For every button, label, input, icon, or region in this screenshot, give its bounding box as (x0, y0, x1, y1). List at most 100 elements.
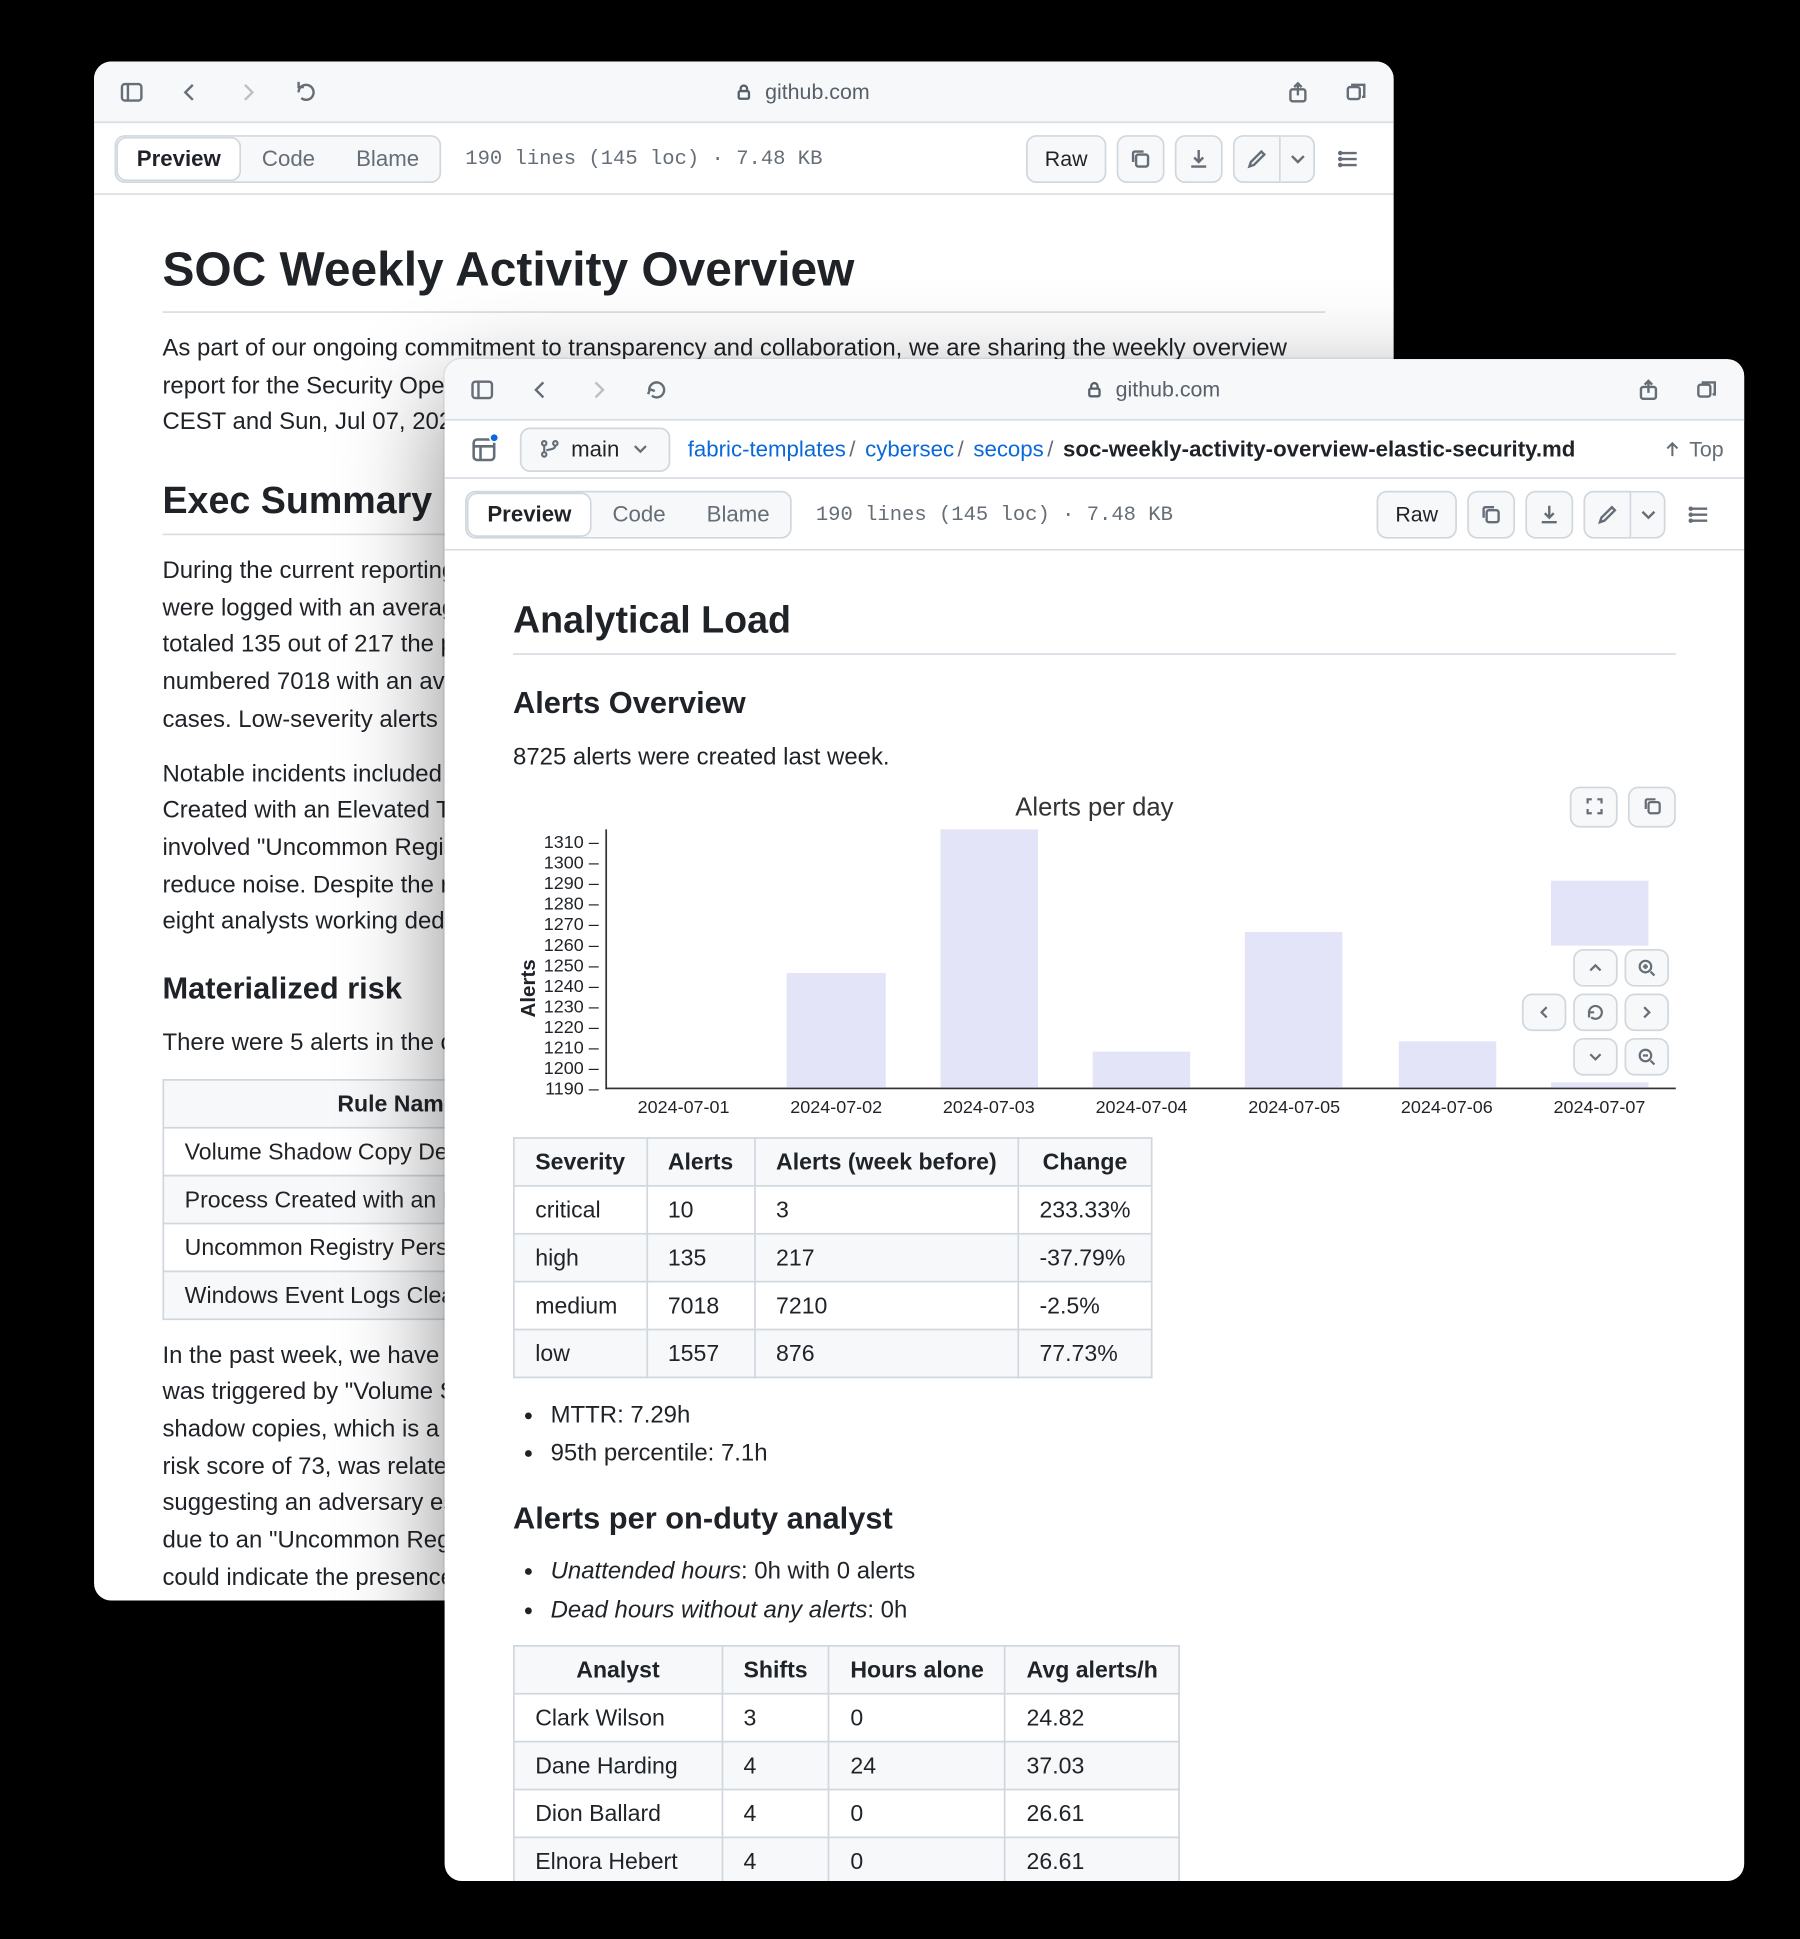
url-display[interactable]: github.com (694, 377, 1611, 401)
chart-pan-controls (1518, 945, 1675, 1082)
chart-expand-icon[interactable] (1570, 786, 1618, 827)
breadcrumb: fabric-templates/ cybersec/ secops/ soc-… (688, 436, 1576, 462)
file-meta: 190 lines (145 loc) · 7.48 KB (465, 146, 822, 170)
copy-icon[interactable] (1467, 490, 1515, 538)
chart-bar (1218, 829, 1371, 1087)
breadcrumb-current: soc-weekly-activity-overview-elastic-sec… (1063, 436, 1575, 462)
arrow-up-icon (1662, 439, 1683, 460)
alerts-per-day-chart: Alerts per day Alerts 1310 –1300 –1290 –… (513, 793, 1676, 1120)
chart-yaxis: 1310 –1300 –1290 –1280 –1270 –1260 –1250… (544, 829, 606, 1120)
chart-ylabel: Alerts (513, 931, 544, 1017)
table-row: medium70187210-2.5% (514, 1281, 1152, 1329)
chart-plot-area: 2024-07-012024-07-022024-07-032024-07-04… (606, 829, 1676, 1089)
table-row: Elnora Hebert4026.61 (514, 1838, 1179, 1881)
raw-button[interactable]: Raw (1377, 490, 1457, 538)
table-header: Severity (514, 1137, 647, 1185)
table-header: Alerts (week before) (755, 1137, 1018, 1185)
chart-bar (913, 829, 1066, 1087)
breadcrumb-link[interactable]: fabric-templates (688, 436, 846, 462)
table-row: Clark Wilson3024.82 (514, 1694, 1179, 1742)
edit-icon[interactable] (1233, 134, 1281, 182)
list-item: 95th percentile: 7.1h (551, 1433, 1676, 1471)
chevron-down-icon (630, 438, 652, 460)
severity-table: SeverityAlertsAlerts (week before)Change… (513, 1137, 1153, 1378)
reload-icon[interactable] (286, 73, 327, 111)
lock-icon (1085, 379, 1106, 400)
table-row: high135217-37.79% (514, 1233, 1152, 1281)
tab-blame[interactable]: Blame (686, 492, 790, 536)
chart-bar (760, 829, 913, 1087)
file-meta: 190 lines (145 loc) · 7.48 KB (816, 502, 1173, 526)
breadcrumb-link[interactable]: secops (973, 436, 1043, 462)
url-text: github.com (1116, 377, 1221, 401)
tabs-icon[interactable] (1336, 73, 1377, 111)
tab-code[interactable]: Code (241, 136, 335, 180)
chart-up-icon[interactable] (1573, 949, 1617, 987)
list-item: Unattended hours: 0h with 0 alerts (551, 1552, 1676, 1590)
alerts-summary: 8725 alerts were created last week. (513, 739, 1676, 776)
share-icon[interactable] (1628, 370, 1669, 408)
chart-bar (1065, 829, 1218, 1087)
sidebar-toggle-icon[interactable] (111, 73, 152, 111)
download-icon[interactable] (1525, 490, 1573, 538)
jump-to-top[interactable]: Top (1662, 437, 1724, 461)
table-header: Analyst (514, 1646, 722, 1694)
table-row: low155787677.73% (514, 1329, 1152, 1377)
download-icon[interactable] (1175, 134, 1223, 182)
edit-menu-icon[interactable] (1631, 490, 1665, 538)
branch-name: main (571, 436, 619, 462)
chart-left-icon[interactable] (1522, 993, 1566, 1031)
tab-preview[interactable]: Preview (467, 492, 592, 536)
sidebar-toggle-icon[interactable] (462, 370, 503, 408)
titlebar: github.com (445, 359, 1745, 421)
share-icon[interactable] (1277, 73, 1318, 111)
repo-nav: main fabric-templates/ cybersec/ secops/… (445, 421, 1745, 479)
browser-window-front: github.com main fabric-templates/ cybers… (445, 359, 1745, 1881)
document-body: Analytical Load Alerts Overview 8725 ale… (445, 551, 1745, 1881)
table-header: Shifts (722, 1646, 829, 1694)
table-row: Dane Harding42437.03 (514, 1742, 1179, 1790)
chart-title: Alerts per day (513, 793, 1676, 822)
raw-button[interactable]: Raw (1026, 134, 1106, 182)
heading-analytical-load: Analytical Load (513, 599, 1676, 655)
tab-blame[interactable]: Blame (336, 136, 440, 180)
heading-alerts-overview: Alerts Overview (513, 686, 1676, 722)
breadcrumb-link[interactable]: cybersec (865, 436, 954, 462)
edit-menu-icon[interactable] (1281, 134, 1315, 182)
nav-back-icon[interactable] (520, 370, 561, 408)
heading-per-analyst: Alerts per on-duty analyst (513, 1502, 1676, 1538)
outline-icon[interactable] (1325, 134, 1373, 182)
nav-forward-icon[interactable] (578, 370, 619, 408)
reload-icon[interactable] (636, 370, 677, 408)
analyst-bullets: Unattended hours: 0h with 0 alertsDead h… (551, 1552, 1676, 1629)
table-row: critical103233.33% (514, 1185, 1152, 1233)
copy-icon[interactable] (1117, 134, 1165, 182)
file-toolbar: Preview Code Blame 190 lines (145 loc) ·… (94, 123, 1394, 195)
file-tree-icon[interactable] (465, 430, 503, 468)
chart-bar (607, 829, 760, 1087)
outline-icon[interactable] (1676, 490, 1724, 538)
table-header: Avg alerts/h (1005, 1646, 1179, 1694)
lock-icon (734, 81, 755, 102)
tab-code[interactable]: Code (592, 492, 686, 536)
chart-reset-icon[interactable] (1573, 993, 1617, 1031)
list-item: MTTR: 7.29h (551, 1395, 1676, 1433)
branch-selector[interactable]: main (520, 427, 671, 471)
chart-right-icon[interactable] (1625, 993, 1669, 1031)
nav-back-icon[interactable] (169, 73, 210, 111)
table-row: Dion Ballard4026.61 (514, 1790, 1179, 1838)
chart-bar (1370, 829, 1523, 1087)
table-header: Hours alone (829, 1646, 1005, 1694)
url-text: github.com (765, 80, 870, 104)
view-tabs: Preview Code Blame (465, 490, 792, 538)
tab-preview[interactable]: Preview (116, 136, 241, 180)
edit-icon[interactable] (1583, 490, 1631, 538)
chart-copy-icon[interactable] (1628, 786, 1676, 827)
tabs-icon[interactable] (1686, 370, 1727, 408)
url-display[interactable]: github.com (344, 80, 1261, 104)
chart-down-icon[interactable] (1573, 1037, 1617, 1075)
chart-zoom-in-icon[interactable] (1625, 949, 1669, 987)
chart-zoom-out-icon[interactable] (1625, 1037, 1669, 1075)
analyst-table: AnalystShiftsHours aloneAvg alerts/hClar… (513, 1645, 1180, 1881)
nav-forward-icon[interactable] (227, 73, 268, 111)
